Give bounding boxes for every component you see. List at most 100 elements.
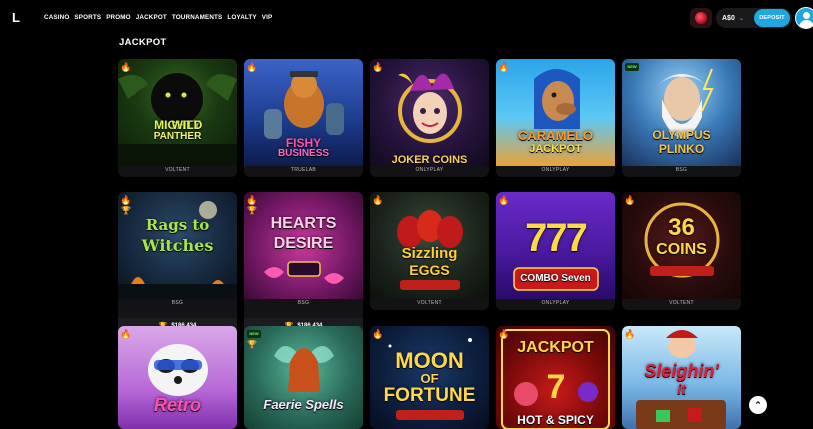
game-thumbnail: Retro [118,326,237,429]
game-provider: BSG [297,300,310,306]
game-title-line: OF [420,371,439,386]
game-title-line: Witches [141,236,214,255]
game-title-line: PLINKO [658,142,705,156]
game-title-line: OLYMPUS [652,128,711,142]
game-title-line: Retro [153,395,201,415]
game-thumbnail: 777 COMBO Seven [496,192,615,299]
game-thumbnail: Sizzling EGGS [370,192,489,299]
game-card[interactable]: Sizzling EGGS 🔥 VOLTENT [370,192,489,310]
fire-icon: 🔥 [372,329,384,339]
game-provider: VOLTENT [165,167,190,173]
game-card[interactable]: HEARTS DESIRE 🔥 🏆 BSG 🏆 $186,434 [244,192,363,334]
svg-text:7: 7 [547,368,566,406]
game-provider: ONLYPLAY [415,167,444,173]
nav-tournaments[interactable]: TOURNAMENTS [172,14,223,21]
game-card[interactable]: OLYMPUS PLINKO NEW BSG [622,59,741,177]
game-provider: VOLTENT [669,300,694,306]
game-thumbnail: MIGHTY WILD PANTHER [118,59,237,166]
game-provider: BSG [675,167,688,173]
top-header: L CASINO SPORTS PROMO JACKPOT TOURNAMENT… [0,0,813,36]
game-provider: BSG [171,300,184,306]
fire-icon: 🔥 [246,62,258,72]
game-card[interactable]: 777 COMBO Seven 🔥 ONLYPLAY [496,192,615,310]
game-title-line: Sleighin' [644,361,719,381]
game-title-line: 777 [525,216,588,260]
game-title-line: EGGS [409,262,450,278]
trophy-icon: 🏆 [247,206,257,215]
game-title-line: it [677,381,686,397]
fire-icon: 🔥 [120,329,132,339]
nav-jackpot[interactable]: JACKPOT [136,14,167,21]
fire-icon: 🔥 [498,329,510,339]
game-title-line: FORTUNE [383,385,476,406]
game-title-line: Sizzling [401,245,458,262]
game-card[interactable]: Retro 🔥 [118,326,237,429]
nav-casino[interactable]: CASINO [44,14,69,21]
game-thumbnail: 7 JACKPOT HOT & SPICY [496,326,615,429]
deposit-button[interactable]: DEPOSIT [754,9,790,27]
game-thumbnail: Sleighin' it [622,326,741,429]
avatar[interactable] [795,7,813,29]
game-title-line: DESIRE [273,235,334,252]
chevron-down-icon: ⌄ [738,15,744,22]
game-thumbnail: HEARTS DESIRE [244,192,363,299]
game-thumbnail: Rags to Witches [118,192,237,299]
game-title-line: COMBO Seven [520,273,591,284]
fire-icon: 🔥 [498,62,510,72]
game-title-line: Rags to [145,216,210,234]
new-badge: NEW [625,63,639,71]
nav-vip[interactable]: VIP [262,14,273,21]
nav-sports[interactable]: SPORTS [74,14,101,21]
game-title-line: WILD [171,118,203,132]
game-title-line: COINS [656,241,707,258]
game-title-line: JOKER COINS [391,154,468,166]
fire-icon: 🔥 [498,195,510,205]
fire-icon: 🔥 [120,195,132,205]
fire-icon: 🔥 [120,62,132,72]
game-thumbnail: 36 COINS [622,192,741,299]
game-thumbnail: JOKER COINS [370,59,489,166]
game-card[interactable]: JOKER COINS 🔥 ONLYPLAY [370,59,489,177]
game-title-line: Faerie Spells [263,397,344,412]
main-nav: CASINO SPORTS PROMO JACKPOT TOURNAMENTS … [44,14,272,21]
game-title-line: JACKPOT [529,143,582,155]
game-provider: TRUELAB [290,167,317,173]
game-provider: VOLTENT [417,300,442,306]
fire-icon: 🔥 [624,329,636,339]
game-card[interactable]: 36 COINS 🔥 VOLTENT [622,192,741,310]
balance-value: A$0 [722,14,735,22]
chevron-up-icon[interactable]: ⌃ [749,396,767,414]
new-badge: NEW [247,330,261,338]
nav-promo[interactable]: PROMO [106,14,131,21]
bonus-gem-button[interactable] [690,8,712,28]
game-provider: ONLYPLAY [541,167,570,173]
game-card[interactable]: Sleighin' it 🔥 [622,326,741,429]
trophy-icon: 🏆 [121,206,131,215]
game-title-line: HOT & SPICY [517,413,594,427]
section-title: JACKPOT [119,37,167,48]
game-thumbnail: Faerie Spells [244,326,363,429]
fire-icon: 🔥 [372,62,384,72]
game-card[interactable]: MIGHTY WILD PANTHER 🔥 VOLTENT [118,59,237,177]
site-logo[interactable]: L [12,10,20,25]
game-title-line: MOON [395,348,464,373]
game-card[interactable]: 7 JACKPOT HOT & SPICY 🔥 [496,326,615,429]
game-card[interactable]: FISHY BUSINESS 🔥 TRUELAB [244,59,363,177]
game-thumbnail: CARAMELO JACKPOT [496,59,615,166]
game-card[interactable]: Faerie Spells NEW 🏆 [244,326,363,429]
game-title-line: PANTHER [153,131,202,142]
nav-loyalty[interactable]: LOYALTY [227,14,256,21]
game-thumbnail: OLYMPUS PLINKO [622,59,741,166]
game-title-line: 36 [668,214,695,241]
fire-icon: 🔥 [624,195,636,205]
game-title-line: HEARTS [270,215,337,232]
gem-icon [695,12,707,24]
game-provider: ONLYPLAY [541,300,570,306]
game-card[interactable]: Rags to Witches 🔥 🏆 BSG 🏆 $186,434 [118,192,237,334]
game-card[interactable]: CARAMELO JACKPOT 🔥 ONLYPLAY [496,59,615,177]
game-card[interactable]: MOON OF FORTUNE 🔥 [370,326,489,429]
game-thumbnail: FISHY BUSINESS [244,59,363,166]
game-title-line: CARAMELO [517,128,594,143]
fire-icon: 🔥 [372,195,384,205]
game-title-line: JACKPOT [517,339,594,356]
